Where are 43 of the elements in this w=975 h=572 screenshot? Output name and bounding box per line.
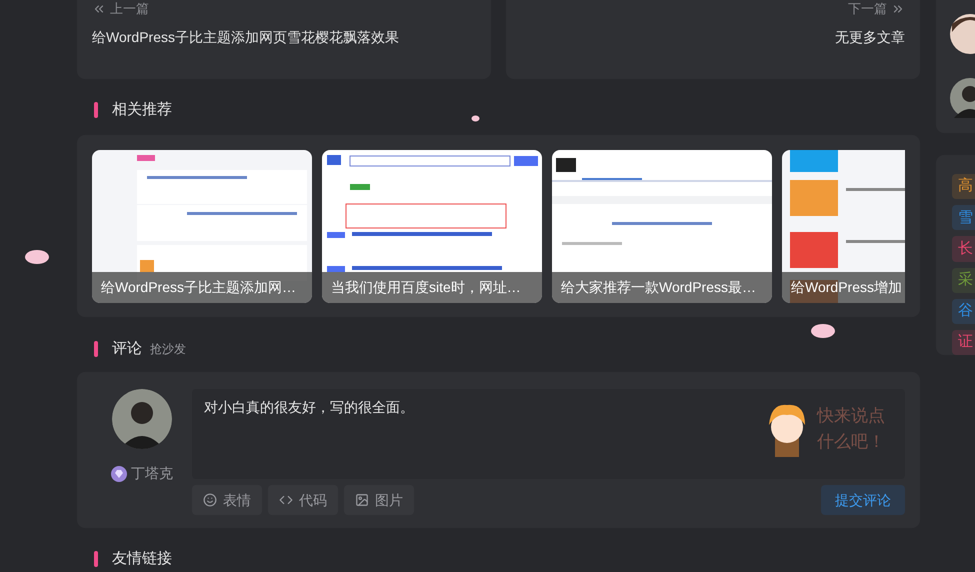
section-subheading: 抢沙发 <box>150 341 186 358</box>
related-post-card[interactable]: 给WordPress增加 <box>782 150 905 304</box>
post-nav-label: 上一篇 <box>110 0 149 18</box>
post-nav-title: 无更多文章 <box>835 28 905 47</box>
post-nav-title: 给WordPress子比主题添加网页雪花樱花飘落效果 <box>92 28 399 47</box>
petal-drawing <box>24 248 50 266</box>
heading-accent-bar <box>94 551 98 567</box>
section-heading: 相关推荐 <box>112 100 172 120</box>
user-name: 丁塔克 <box>131 464 173 484</box>
gem-badge-icon <box>111 466 127 482</box>
related-post-card[interactable]: 当我们使用百度site时，网址… <box>322 150 542 304</box>
post-nav-card[interactable]: 上一篇 给WordPress子比主题添加网页雪花樱花飘落效果 <box>77 0 491 80</box>
tag[interactable]: 高 <box>952 174 975 200</box>
toolbar-button[interactable]: 代码 <box>268 485 338 516</box>
sticker-text: 什么吧！ <box>817 431 885 454</box>
tag[interactable]: 谷 <box>952 298 975 324</box>
tag[interactable]: 采 <box>952 268 975 293</box>
heading-accent-bar <box>94 341 98 358</box>
petal-drawing <box>810 322 836 340</box>
related-post-card[interactable]: 给WordPress子比主题添加网… <box>92 150 312 304</box>
tag[interactable]: 雪 <box>952 205 975 230</box>
image-icon <box>355 493 369 508</box>
post-nav-card[interactable]: 下一篇 无更多文章 <box>506 0 920 80</box>
related-post-title: 当我们使用百度site时，网址… <box>331 278 521 298</box>
related-post-title: 给大家推荐一款WordPress最… <box>561 278 756 298</box>
tag[interactable]: 证 <box>952 330 975 356</box>
tag[interactable]: 长 <box>952 236 975 262</box>
section-heading: 评论 <box>112 339 142 360</box>
related-post-card[interactable]: 给大家推荐一款WordPress最… <box>552 150 772 304</box>
comment-textarea[interactable]: 对小白真的很友好，写的很全面。 快来说点 什么吧！ <box>192 389 905 480</box>
related-post-title: 给WordPress子比主题添加网… <box>101 278 296 298</box>
submit-comment-button[interactable]: 提交评论 <box>821 485 905 516</box>
related-post-title: 给WordPress增加 <box>791 278 902 298</box>
post-nav-label: 下一篇 <box>848 0 887 18</box>
heading-accent-bar <box>94 102 98 118</box>
sticker-text: 快来说点 <box>817 405 885 428</box>
toolbar-button[interactable]: 表情 <box>192 485 262 516</box>
comment-text: 对小白真的很友好，写的很全面。 <box>204 398 414 418</box>
section-heading: 友情链接 <box>112 548 172 569</box>
petal-drawing <box>471 115 480 122</box>
toolbar-button[interactable]: 图片 <box>344 485 414 516</box>
avatar <box>112 389 172 450</box>
smiley-icon <box>203 493 217 508</box>
